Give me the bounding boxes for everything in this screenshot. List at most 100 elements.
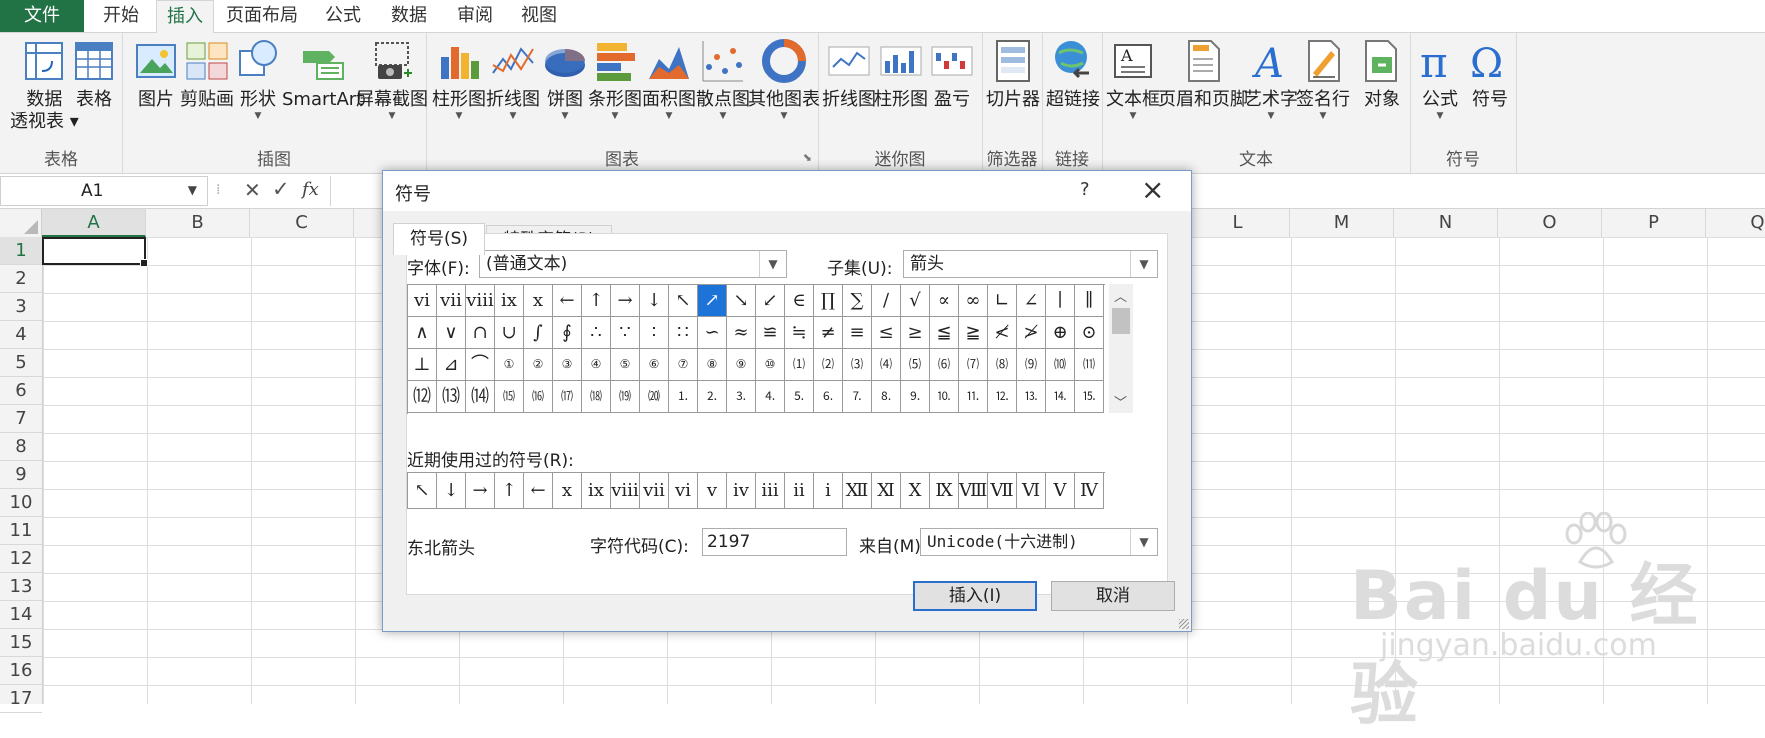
symbol-cell[interactable]: ⑩ (756, 349, 785, 381)
symbol-cell[interactable]: ⑵ (814, 349, 843, 381)
other-charts-button[interactable]: 其他图表 ▼ (748, 37, 820, 121)
symbol-cell[interactable]: ≧ (959, 317, 988, 349)
symbol-cell[interactable]: ∨ (437, 317, 466, 349)
shapes-button[interactable]: 形状 ▼ (234, 37, 282, 121)
symbol-cell[interactable]: ⑨ (727, 349, 756, 381)
symbol-cell[interactable]: ⒉ (698, 381, 727, 413)
row-header-15[interactable]: 15 (0, 629, 42, 657)
select-all-corner[interactable] (0, 209, 42, 237)
symbol-cell[interactable]: ≮ (988, 317, 1017, 349)
dialog-launcher-icon[interactable]: ⬊ (803, 151, 812, 164)
recent-symbol-cell[interactable]: → (466, 473, 495, 509)
recent-symbol-cell[interactable]: Ⅳ (1075, 473, 1104, 509)
pie-chart-button[interactable]: 饼图 ▼ (541, 37, 589, 121)
symbol-cell[interactable]: ∑ (843, 285, 872, 317)
recent-symbol-cell[interactable]: Ⅻ (843, 473, 872, 509)
symbol-cell[interactable]: ⑷ (872, 349, 901, 381)
symbol-cell[interactable]: ↘ (727, 285, 756, 317)
symbol-cell[interactable]: ⒇ (640, 381, 669, 413)
row-header-6[interactable]: 6 (0, 377, 42, 405)
symbol-cell[interactable]: ⒈ (669, 381, 698, 413)
row-header-16[interactable]: 16 (0, 657, 42, 685)
row-header-9[interactable]: 9 (0, 461, 42, 489)
symbol-cell[interactable]: ⑺ (959, 349, 988, 381)
symbol-cell[interactable]: ⒒ (959, 381, 988, 413)
symbol-cell[interactable]: ∝ (930, 285, 959, 317)
cancel-icon[interactable]: ✕ (244, 178, 261, 202)
header-footer-button[interactable]: 页眉和页脚 (1158, 37, 1248, 111)
scroll-up-icon[interactable]: ︿ (1114, 286, 1127, 305)
table-button[interactable]: 表格 (70, 37, 118, 111)
symbol-cell[interactable]: ∶ (640, 317, 669, 349)
scroll-down-icon[interactable]: ﹀ (1114, 392, 1127, 411)
row-header-14[interactable]: 14 (0, 601, 42, 629)
symbol-cell[interactable]: → (611, 285, 640, 317)
row-header-3[interactable]: 3 (0, 293, 42, 321)
row-header-7[interactable]: 7 (0, 405, 42, 433)
recent-symbol-cell[interactable]: ⅸ (582, 473, 611, 509)
row-header-11[interactable]: 11 (0, 517, 42, 545)
symbol-cell[interactable]: ⒊ (727, 381, 756, 413)
tab-file[interactable]: 文件 (0, 0, 84, 32)
symbol-cell[interactable]: ⒎ (843, 381, 872, 413)
symbol-cell[interactable]: ⒆ (611, 381, 640, 413)
symbol-button[interactable]: Ω 符号 (1466, 37, 1514, 111)
recent-symbol-cell[interactable]: ⅵ (669, 473, 698, 509)
symbol-cell[interactable]: ⒂ (495, 381, 524, 413)
tab-page-layout[interactable]: 页面布局 (214, 0, 310, 32)
recent-symbol-cell[interactable]: Ⅹ (901, 473, 930, 509)
font-select[interactable]: (普通文本) ▼ (479, 250, 787, 278)
symbol-cell[interactable]: ⊕ (1046, 317, 1075, 349)
recent-symbol-cell[interactable]: Ⅷ (959, 473, 988, 509)
symbol-cell[interactable]: ∕ (872, 285, 901, 317)
equation-button[interactable]: π 公式 ▼ (1416, 37, 1464, 121)
symbol-cell[interactable]: ⑹ (930, 349, 959, 381)
symbol-cell[interactable]: ≤ (872, 317, 901, 349)
symbol-cell[interactable]: ⑾ (1075, 349, 1104, 381)
symbol-cell[interactable]: ⒑ (930, 381, 959, 413)
symbol-cell[interactable]: ⑿ (408, 381, 437, 413)
signature-line-button[interactable]: 签名行 ▼ (1296, 37, 1350, 121)
row-header-2[interactable]: 2 (0, 265, 42, 293)
symbol-cell[interactable]: ≒ (785, 317, 814, 349)
smartart-button[interactable]: SmartArt (282, 37, 363, 111)
symbol-cell[interactable]: ∫ (524, 317, 553, 349)
recent-symbol-cell[interactable]: ↓ (437, 473, 466, 509)
name-box[interactable]: A1 ▼ (0, 176, 208, 206)
symbol-cell[interactable]: ∏ (814, 285, 843, 317)
bar-chart-button[interactable]: 条形图 ▼ (588, 37, 642, 121)
chevron-down-icon[interactable]: ▼ (188, 183, 197, 197)
column-header-o[interactable]: O (1498, 209, 1602, 237)
active-cell-a1[interactable] (42, 237, 148, 267)
symbol-cell[interactable]: ④ (582, 349, 611, 381)
symbol-cell[interactable]: ⒐ (901, 381, 930, 413)
symbol-cell[interactable]: ③ (553, 349, 582, 381)
column-header-p[interactable]: P (1602, 209, 1706, 237)
symbol-cell[interactable]: ⒍ (814, 381, 843, 413)
symbol-cell[interactable]: ⑽ (1046, 349, 1075, 381)
row-header-10[interactable]: 10 (0, 489, 42, 517)
symbol-cell[interactable]: ① (495, 349, 524, 381)
recent-symbol-cell[interactable]: ⅷ (611, 473, 640, 509)
row-header-4[interactable]: 4 (0, 321, 42, 349)
recent-symbol-cell[interactable]: ↖ (408, 473, 437, 509)
symbol-cell[interactable]: ⒏ (872, 381, 901, 413)
area-chart-button[interactable]: 面积图 ▼ (642, 37, 696, 121)
symbol-cell[interactable]: ≌ (756, 317, 785, 349)
symbol-cell[interactable]: ⒁ (466, 381, 495, 413)
symbol-cell[interactable]: ⒕ (1046, 381, 1075, 413)
confirm-icon[interactable]: ✓ (272, 177, 290, 201)
recent-symbol-cell[interactable]: Ⅸ (930, 473, 959, 509)
symbol-cell[interactable]: ≡ (843, 317, 872, 349)
symbol-cell[interactable]: ⒃ (524, 381, 553, 413)
tab-view[interactable]: 视图 (508, 0, 570, 32)
symbol-cell[interactable]: ⑦ (669, 349, 698, 381)
picture-button[interactable]: 图片 (132, 37, 180, 111)
chevron-down-icon[interactable]: ▼ (1130, 529, 1157, 555)
subset-select[interactable]: 箭头 ▼ (903, 250, 1158, 278)
symbol-cell[interactable]: ≠ (814, 317, 843, 349)
tab-insert[interactable]: 插入 (156, 0, 214, 34)
row-header-8[interactable]: 8 (0, 433, 42, 461)
symbol-cell[interactable]: ② (524, 349, 553, 381)
column-header-l[interactable]: L (1186, 209, 1290, 237)
